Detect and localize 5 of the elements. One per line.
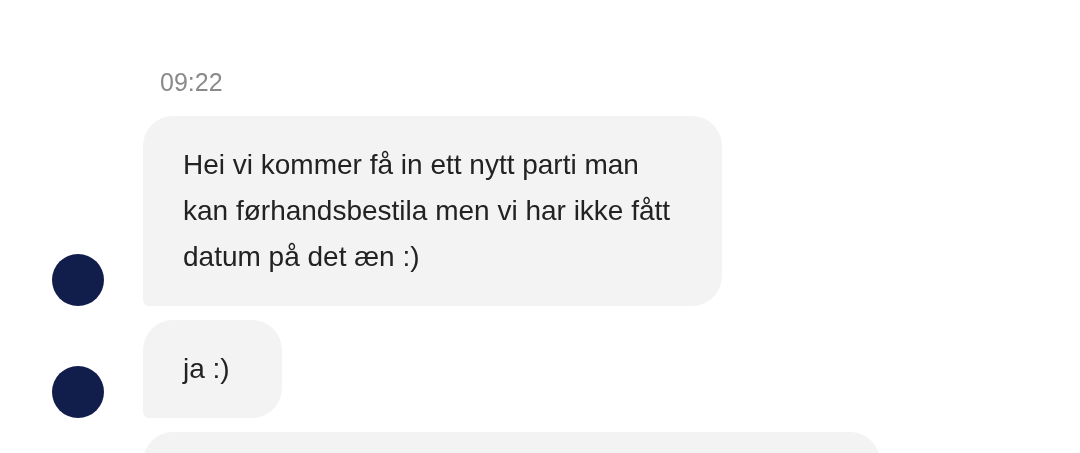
avatar[interactable] xyxy=(52,366,104,418)
message-bubble: ja :) xyxy=(143,320,282,418)
message-timestamp: 09:22 xyxy=(159,67,224,98)
message-bubble: Hei vi kommer få in ett nytt parti man kan førhandsbestila men vi har ikke fått datum på det æn :) xyxy=(143,116,723,306)
avatar[interactable] xyxy=(52,254,104,306)
